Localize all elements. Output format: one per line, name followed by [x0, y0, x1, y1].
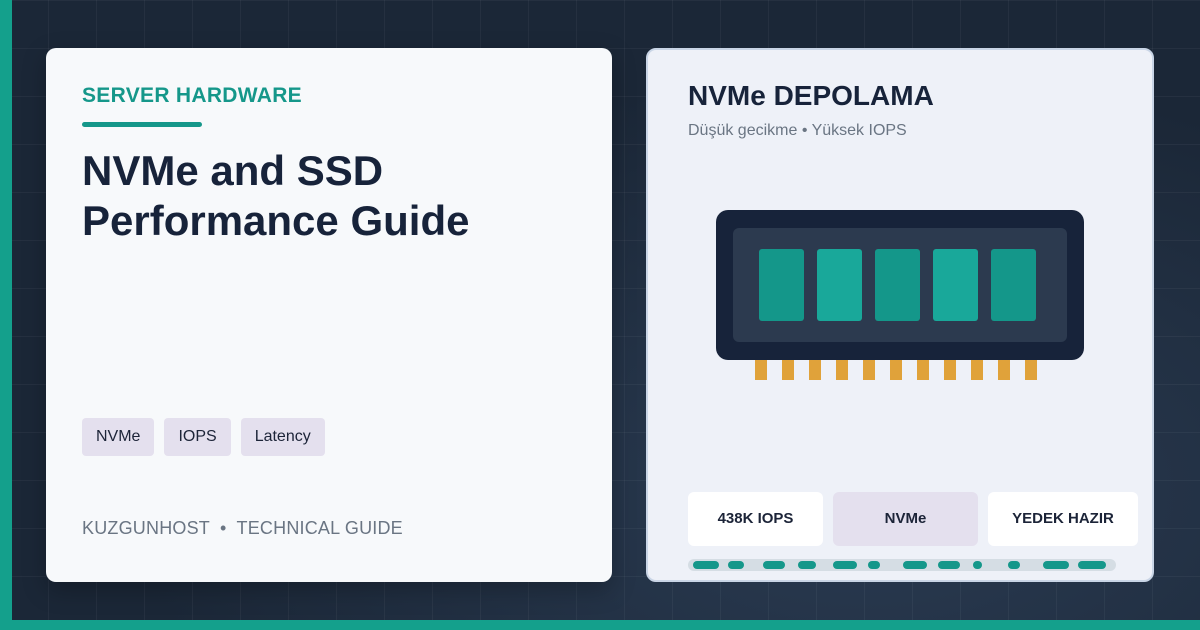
category-label: SERVER HARDWARE — [82, 84, 302, 107]
chip-nvme: NVMe — [833, 492, 978, 546]
footer-byline: KUZGUNHOST • TECHNICAL GUIDE — [82, 518, 403, 539]
brand-name: KUZGUNHOST — [82, 518, 210, 538]
page-title: NVMe and SSD Performance Guide — [82, 147, 470, 244]
tag-iops: IOPS — [164, 418, 231, 456]
storage-title: NVMe DEPOLAMA — [688, 80, 934, 111]
stat-chips: 438K IOPS NVMe YEDEK HAZIR — [688, 492, 1138, 546]
accent-edge-bottom — [0, 620, 1200, 630]
storage-card: NVMe DEPOLAMA Düşük gecikme • Yüksek IOP… — [646, 48, 1154, 582]
storage-subtitle: Düşük gecikme • Yüksek IOPS — [688, 122, 907, 139]
chip-iops: 438K IOPS — [688, 492, 823, 546]
activity-meter — [688, 559, 1116, 571]
tag-list: NVMe IOPS Latency — [82, 418, 325, 456]
nvme-drive-icon — [716, 210, 1084, 380]
article-card: SERVER HARDWARE NVMe and SSD Performance… — [46, 48, 612, 582]
accent-edge-left — [0, 0, 12, 630]
footer-separator: • — [220, 518, 227, 538]
category-underline — [82, 122, 202, 127]
footer-label: TECHNICAL GUIDE — [236, 518, 403, 538]
tag-latency: Latency — [240, 418, 325, 456]
chip-backup-ready: YEDEK HAZIR — [988, 492, 1138, 546]
tag-nvme: NVMe — [82, 418, 155, 456]
